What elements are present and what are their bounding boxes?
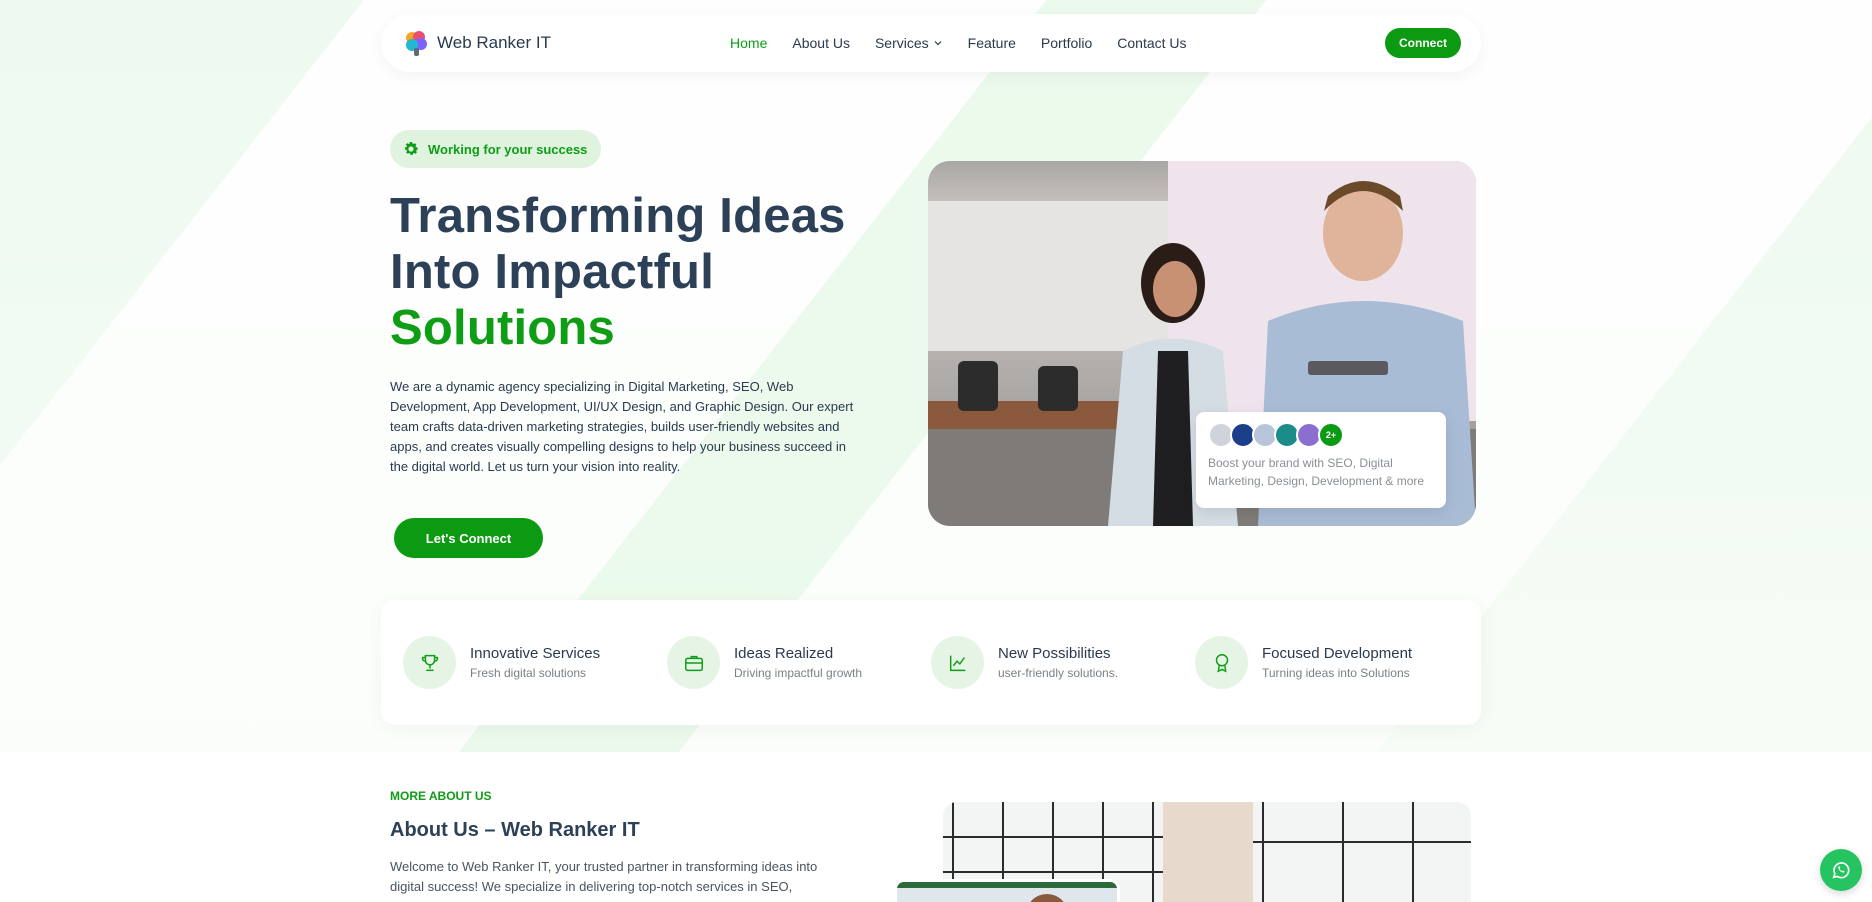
feature-title: New Possibilities — [998, 645, 1111, 662]
nav-services[interactable]: Services — [875, 35, 943, 51]
briefcase-icon — [667, 636, 720, 689]
feature-subtitle: Driving impactful growth — [734, 666, 863, 680]
hero-description: We are a dynamic agency specializing in … — [390, 379, 854, 474]
hero-title-highlight: Solutions — [390, 301, 616, 355]
whatsapp-chat-button[interactable] — [1820, 849, 1862, 891]
about-team-photo — [894, 879, 1120, 902]
lets-connect-button[interactable]: Let's Connect — [394, 518, 543, 558]
gear-icon — [405, 142, 419, 155]
hero-badge-text: Working for your success — [428, 141, 588, 157]
hero-badge: Working for your success — [390, 130, 602, 168]
nav-feature[interactable]: Feature — [968, 35, 1016, 51]
nav-home[interactable]: Home — [730, 35, 767, 51]
feature-item: Innovative Services Fresh digital soluti… — [403, 636, 667, 689]
feature-title: Ideas Realized — [734, 645, 834, 662]
nav-contact-us[interactable]: Contact Us — [1117, 35, 1186, 51]
brand-name: Web Ranker IT — [437, 33, 552, 52]
hero-title-line-1: Transforming Ideas — [390, 189, 846, 243]
hero-title: Transforming Ideas Into Impactful Soluti… — [390, 188, 910, 356]
services-preview-card: 2+ Boost your brand with SEO, Digital Ma… — [1196, 412, 1446, 508]
chart-line-icon — [931, 636, 984, 689]
feature-item: New Possibilities user-friendly solution… — [931, 636, 1195, 689]
whatsapp-icon — [1832, 862, 1850, 879]
about-kicker: MORE ABOUT US — [390, 789, 492, 803]
feature-title: Innovative Services — [470, 645, 601, 662]
client-avatars: 2+ — [1208, 422, 1434, 448]
feature-subtitle: Fresh digital solutions — [470, 666, 587, 680]
feature-item: Focused Development Turning ideas into S… — [1195, 636, 1459, 689]
nav-about-us[interactable]: About Us — [792, 35, 850, 51]
chevron-down-icon — [934, 41, 942, 46]
top-navbar: Web Ranker IT Home About Us Services Fea… — [381, 14, 1481, 72]
nav-portfolio[interactable]: Portfolio — [1041, 35, 1092, 51]
trophy-icon — [403, 636, 456, 689]
feature-title: Focused Development — [1262, 645, 1413, 662]
brand-logo[interactable]: Web Ranker IT — [403, 29, 551, 57]
feature-item: Ideas Realized Driving impactful growth — [667, 636, 931, 689]
nav-menu: Home About Us Services Feature Portfolio… — [730, 35, 1187, 51]
avatar-more-badge: 2+ — [1318, 422, 1344, 448]
about-title: About Us – Web Ranker IT — [390, 819, 640, 841]
about-text: Welcome to Web Ranker IT, your trusted p… — [390, 859, 818, 894]
services-preview-text: Boost your brand with SEO, Digital Marke… — [1208, 456, 1425, 488]
nav-services-label: Services — [874, 35, 929, 51]
award-icon — [1195, 636, 1248, 689]
connect-button[interactable]: Connect — [1385, 28, 1461, 58]
feature-subtitle: Turning ideas into Solutions — [1262, 666, 1410, 680]
hero-title-line-2: Into Impactful — [390, 245, 715, 299]
feature-subtitle: user-friendly solutions. — [998, 666, 1119, 680]
features-strip: Innovative Services Fresh digital soluti… — [381, 600, 1481, 725]
brain-logo-icon — [403, 29, 429, 57]
